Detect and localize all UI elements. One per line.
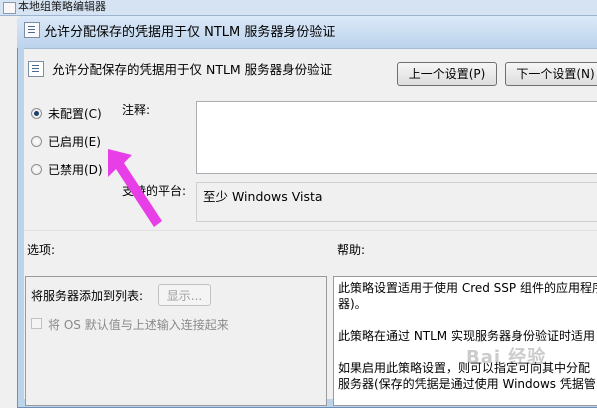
comment-textarea[interactable] xyxy=(196,101,597,174)
show-servers-button[interactable]: 显示... xyxy=(158,284,211,306)
help-line: 如果启用此策略设置，则可以指定可向其中分配 xyxy=(338,361,591,375)
setting-header-title: 允许分配保存的凭据用于仅 NTLM 服务器身份验证 xyxy=(52,62,333,77)
radio-label: 已禁用(D) xyxy=(48,163,103,177)
supported-platforms-box: 至少 Windows Vista xyxy=(196,182,597,222)
help-section-label: 帮助: xyxy=(337,243,366,257)
baidu-watermark: Bai 经验 xyxy=(466,347,547,368)
help-line: 器)。 xyxy=(338,297,367,311)
policy-setting-icon xyxy=(28,61,44,77)
help-line: 服务器(保存的凭据是通过使用 Windows 凭据管 xyxy=(338,377,596,391)
next-setting-button[interactable]: 下一个设置(N) xyxy=(505,62,597,86)
comment-label: 注释: xyxy=(122,103,151,117)
radio-button[interactable] xyxy=(31,164,42,175)
policy-editor-icon xyxy=(3,2,16,14)
annotation-arrow-icon xyxy=(108,149,162,227)
dialog-title: 允许分配保存的凭据用于仅 NTLM 服务器身份验证 xyxy=(44,25,336,40)
policy-setting-icon xyxy=(24,22,40,38)
radio-button[interactable] xyxy=(31,136,42,147)
options-section-label: 选项: xyxy=(27,243,56,257)
parent-window-title: 本地组策略编辑器 xyxy=(18,0,106,13)
add-servers-label: 将服务器添加到列表: xyxy=(31,289,144,303)
radio-button[interactable] xyxy=(31,108,42,119)
parent-window-titlebar: 本地组策略编辑器 xyxy=(0,0,597,16)
help-text-panel[interactable]: 此策略设置适用于使用 Cred SSP 组件的应用程序 器)。 此策略在通过 N… xyxy=(333,276,597,406)
help-line: 此策略在通过 NTLM 实现服务器身份验证时适用 xyxy=(338,329,595,343)
radio-label: 已启用(E) xyxy=(48,135,101,149)
supported-platforms-value: 至少 Windows Vista xyxy=(203,189,323,204)
radio-label: 未配置(C) xyxy=(48,107,102,121)
help-line: 此策略设置适用于使用 Cred SSP 组件的应用程序 xyxy=(338,281,597,295)
concat-os-defaults-checkbox[interactable] xyxy=(31,318,42,329)
previous-setting-button[interactable]: 上一个设置(P) xyxy=(397,62,497,86)
concat-os-defaults-label: 将 OS 默认值与上述输入连接起来 xyxy=(48,318,229,332)
